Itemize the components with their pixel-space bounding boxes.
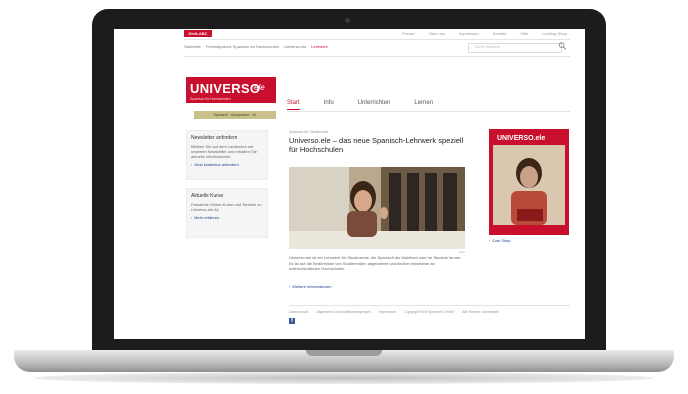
sidebar-box-title: Aktuelle Kurse bbox=[191, 193, 224, 199]
search-placeholder: Suche Stichwort bbox=[475, 45, 501, 49]
breadcrumb-current: Lehrwerk bbox=[311, 44, 328, 49]
main-tabs: Start Info Unterrichten Lernen bbox=[287, 100, 433, 110]
laptop-screen: Klett-ABC Presse Über uns Impressum Kont… bbox=[114, 29, 585, 339]
breadcrumb-item[interactable]: Startseite bbox=[184, 44, 201, 49]
divider bbox=[184, 39, 570, 40]
divider bbox=[184, 56, 570, 57]
top-navigation: Presse Über uns Impressum Kontakt Hilfe … bbox=[402, 31, 567, 36]
arrow-right-icon: › bbox=[289, 285, 291, 289]
logo-wordmark: UNIVERSO bbox=[190, 81, 261, 96]
more-info-link[interactable]: › Weitere Informationen bbox=[289, 284, 331, 289]
sidebar-box-title: Newsletter anfordern bbox=[191, 135, 238, 141]
logo-ele: ele bbox=[254, 83, 265, 92]
sidebar-box-text: Passende Online-Kurse und Termine zu Uni… bbox=[191, 202, 262, 212]
breadcrumb-item[interactable]: Fremdsprache Spanisch an Hochschulen bbox=[206, 44, 279, 49]
topnav-item[interactable]: Presse bbox=[402, 31, 414, 36]
topnav-item[interactable]: Über uns bbox=[429, 31, 445, 36]
article-kicker: Spanisch für Studierende bbox=[289, 130, 329, 134]
article-headline: Universo.ele – das neue Spanisch-Lehrwer… bbox=[289, 136, 464, 154]
search-input[interactable]: Suche Stichwort bbox=[468, 43, 562, 53]
footer-link[interactable]: Impressum bbox=[379, 310, 396, 314]
book-shop-label: Zum Shop bbox=[492, 238, 511, 243]
tab-start[interactable]: Start bbox=[287, 100, 300, 110]
hero-photo bbox=[289, 167, 465, 249]
topnav-item[interactable]: Landing Shop bbox=[542, 31, 567, 36]
topnav-item[interactable]: Hilfe bbox=[520, 31, 528, 36]
divider bbox=[289, 305, 570, 306]
book-cover-image[interactable]: UNIVERSO.ele bbox=[489, 129, 569, 235]
divider bbox=[287, 111, 570, 112]
photo-caption: Foto bbox=[458, 250, 465, 254]
brand-tab[interactable]: Klett-ABC bbox=[184, 30, 212, 37]
arrow-right-icon: › bbox=[191, 216, 193, 220]
logo-tagline: Spanisch · Aussprache · A1 bbox=[194, 111, 276, 119]
sidebar-box-newsletter: Newsletter anfordern Bleiben Sie auf dem… bbox=[186, 130, 268, 180]
facebook-icon[interactable]: f bbox=[289, 318, 295, 324]
more-info-label: Weitere Informationen bbox=[292, 284, 332, 289]
breadcrumb-item[interactable]: Universo.ele bbox=[284, 44, 306, 49]
footer-link[interactable]: Datenschutz bbox=[289, 310, 308, 314]
tab-unterrichten[interactable]: Unterrichten bbox=[358, 100, 391, 110]
laptop-base bbox=[14, 350, 674, 372]
tab-info[interactable]: Info bbox=[324, 100, 334, 110]
book-shop-link[interactable]: › Zum Shop bbox=[489, 238, 511, 243]
article-body: Universo.ele ist ein Lehrwerk für Studie… bbox=[289, 255, 462, 271]
footer-links: Datenschutz Allgemeine Geschäftsbedingun… bbox=[289, 310, 499, 314]
footer-link: Alle Rechte vorbehalten bbox=[462, 310, 500, 314]
search-icon[interactable] bbox=[558, 41, 567, 51]
webcam bbox=[345, 18, 350, 23]
arrow-right-icon: › bbox=[489, 239, 491, 243]
newsletter-link[interactable]: › Jetzt kostenlos anfordern bbox=[191, 162, 263, 167]
sidebar-box-text: Bleiben Sie auf dem Laufenden mit unsere… bbox=[191, 144, 257, 159]
footer-link: Copyright Klett Sprachen GmbH bbox=[404, 310, 455, 314]
arrow-right-icon: › bbox=[191, 163, 193, 167]
topnav-item[interactable]: Kontakt bbox=[493, 31, 507, 36]
logo-subtitle: Spanisch für Hochschulen bbox=[190, 97, 231, 101]
topnav-item[interactable]: Impressum bbox=[459, 31, 479, 36]
universo-logo[interactable]: UNIVERSO ele Spanisch für Hochschulen bbox=[186, 77, 276, 103]
sidebar-link-label: Jetzt kostenlos anfordern bbox=[194, 162, 239, 167]
laptop-opening-notch bbox=[306, 350, 382, 356]
sidebar-link-label: Mehr erfahren bbox=[194, 215, 220, 220]
sidebar-box-courses: Aktuelle Kurse Passende Online-Kurse und… bbox=[186, 188, 268, 238]
tab-lernen[interactable]: Lernen bbox=[414, 100, 433, 110]
footer-link[interactable]: Allgemeine Geschäftsbedingungen bbox=[316, 310, 370, 314]
courses-link[interactable]: › Mehr erfahren bbox=[191, 215, 263, 220]
laptop-lid: Klett-ABC Presse Über uns Impressum Kont… bbox=[92, 9, 606, 353]
breadcrumb: Startseite Fremdsprache Spanisch an Hoch… bbox=[184, 44, 328, 49]
book-cover-title: UNIVERSO.ele bbox=[497, 135, 545, 142]
laptop-shadow bbox=[34, 372, 654, 384]
